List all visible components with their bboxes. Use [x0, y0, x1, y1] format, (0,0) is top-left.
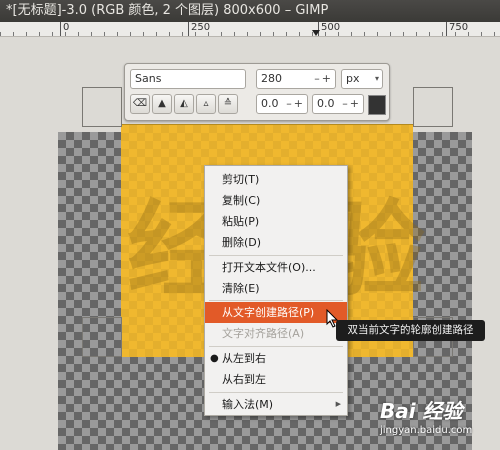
ruler-minor-tick — [390, 32, 391, 36]
font-size-field[interactable]: 280 –+ — [256, 69, 336, 89]
ruler-major-tick — [60, 22, 61, 36]
strikethrough-button[interactable]: ≙ — [218, 94, 238, 114]
menu-separator — [209, 346, 343, 347]
ruler-minor-tick — [182, 32, 183, 36]
ruler-minor-tick — [468, 32, 469, 36]
ruler-minor-tick — [260, 32, 261, 36]
clear-style-button[interactable]: ⌫ — [130, 94, 150, 114]
ruler-minor-tick — [117, 32, 118, 36]
transform-handle-bottom-left[interactable] — [82, 317, 122, 357]
italic-icon: ◭ — [180, 98, 188, 109]
ruler-minor-tick — [351, 32, 352, 36]
menu-item-input-methods[interactable]: 输入法(M) ▶ — [205, 394, 347, 415]
ruler-minor-tick — [221, 32, 222, 36]
ruler-minor-tick — [208, 32, 209, 36]
ruler-minor-tick — [169, 32, 170, 36]
radio-bullet-icon: ● — [210, 353, 219, 364]
ruler-minor-tick — [377, 32, 378, 36]
ruler-minor-tick — [481, 32, 482, 36]
ruler-minor-tick — [286, 32, 287, 36]
ruler-minor-tick — [26, 32, 27, 36]
ruler-minor-tick — [78, 32, 79, 36]
ruler-minor-tick — [429, 32, 430, 36]
menu-item-paste[interactable]: 粘贴(P) — [205, 211, 347, 232]
ruler-minor-tick — [299, 32, 300, 36]
bold-button[interactable]: ▲ — [152, 94, 172, 114]
ruler-minor-tick — [494, 32, 495, 36]
ruler-minor-tick — [403, 32, 404, 36]
baidu-watermark: Bai 经验 jingyan.baidu.com — [380, 395, 494, 445]
ruler-minor-tick — [52, 32, 53, 36]
menu-item-copy[interactable]: 复制(C) — [205, 190, 347, 211]
baseline-field[interactable]: 0.0 –+ — [256, 94, 308, 114]
watermark-logo: Bai 经验 — [380, 399, 463, 423]
ruler-minor-tick — [0, 32, 1, 36]
ruler-minor-tick — [364, 32, 365, 36]
horizontal-ruler[interactable]: 0 250 500 750 — [0, 22, 500, 37]
font-size-value: 280 — [261, 72, 282, 85]
ruler-major-tick — [446, 22, 447, 36]
baseline-value: 0.0 — [261, 97, 279, 110]
transform-handle-top-left[interactable] — [82, 87, 122, 127]
underline-button[interactable]: ▵ — [196, 94, 216, 114]
kerning-value: 0.0 — [317, 97, 335, 110]
ruler-minor-tick — [234, 32, 235, 36]
watermark-url: jingyan.baidu.com — [380, 425, 473, 436]
ruler-major-tick — [188, 22, 189, 36]
ruler-minor-tick — [39, 32, 40, 36]
ruler-minor-tick — [325, 32, 326, 36]
strikethrough-icon: ≙ — [223, 98, 233, 109]
menu-separator — [209, 255, 343, 256]
menu-item-label: 从左到右 — [222, 352, 266, 365]
ruler-minor-tick — [65, 32, 66, 36]
menu-item-label: 输入法(M) — [222, 398, 274, 411]
ruler-minor-tick — [130, 32, 131, 36]
clear-style-icon: ⌫ — [132, 98, 148, 109]
ruler-minor-tick — [13, 32, 14, 36]
font-value: Sans — [135, 72, 162, 85]
chevron-down-icon: ▾ — [374, 74, 379, 83]
text-style-editor: Sans 280 –+ px ▾ ⌫ ▲ ◭ ▵ ≙ 0.0 –+ 0.0 –+ — [124, 63, 390, 121]
window-title: *[无标题]-3.0 (RGB 颜色, 2 个图层) 800x600 – GIM… — [6, 3, 329, 18]
font-combo[interactable]: Sans — [130, 69, 246, 89]
ruler-minor-tick — [195, 32, 196, 36]
italic-button[interactable]: ◭ — [174, 94, 194, 114]
ruler-minor-tick — [143, 32, 144, 36]
tooltip: 双当前文字的轮廓创建路径 — [336, 320, 485, 341]
menu-item-right-to-left[interactable]: 从右到左 — [205, 369, 347, 390]
menu-item-cut[interactable]: 剪切(T) — [205, 169, 347, 190]
ruler-minor-tick — [156, 32, 157, 36]
ruler-minor-tick — [416, 32, 417, 36]
ruler-minor-tick — [91, 32, 92, 36]
spin-icon[interactable]: –+ — [286, 95, 305, 113]
menu-item-left-to-right[interactable]: ● 从左到右 — [205, 348, 347, 369]
context-menu: 剪切(T) 复制(C) 粘贴(P) 删除(D) 打开文本文件(O)... 清除(… — [204, 165, 348, 416]
ruler-minor-tick — [338, 32, 339, 36]
ruler-pointer-marker — [312, 30, 320, 36]
ruler-minor-tick — [273, 32, 274, 36]
mouse-cursor-icon — [326, 309, 339, 328]
menu-item-clear[interactable]: 清除(E) — [205, 278, 347, 299]
kerning-field[interactable]: 0.0 –+ — [312, 94, 364, 114]
ruler-label-750: 750 — [449, 22, 469, 33]
text-color-swatch[interactable] — [368, 95, 386, 115]
bold-icon: ▲ — [158, 98, 166, 109]
window-titlebar[interactable]: *[无标题]-3.0 (RGB 颜色, 2 个图层) 800x600 – GIM… — [0, 0, 500, 22]
ruler-minor-tick — [455, 32, 456, 36]
ruler-minor-tick — [247, 32, 248, 36]
unit-combo[interactable]: px ▾ — [341, 69, 383, 89]
ruler-minor-tick — [442, 32, 443, 36]
menu-separator — [209, 300, 343, 301]
transform-handle-top-right[interactable] — [413, 87, 453, 127]
underline-icon: ▵ — [203, 98, 209, 109]
spin-icon[interactable]: –+ — [314, 70, 333, 88]
spin-icon[interactable]: –+ — [342, 95, 361, 113]
ruler-minor-tick — [104, 32, 105, 36]
menu-item-open-text-file[interactable]: 打开文本文件(O)... — [205, 257, 347, 278]
menu-item-delete[interactable]: 删除(D) — [205, 232, 347, 253]
unit-value: px — [346, 72, 360, 85]
menu-separator — [209, 392, 343, 393]
ruler-label-0: 0 — [63, 22, 70, 33]
submenu-arrow-icon: ▶ — [335, 400, 341, 408]
